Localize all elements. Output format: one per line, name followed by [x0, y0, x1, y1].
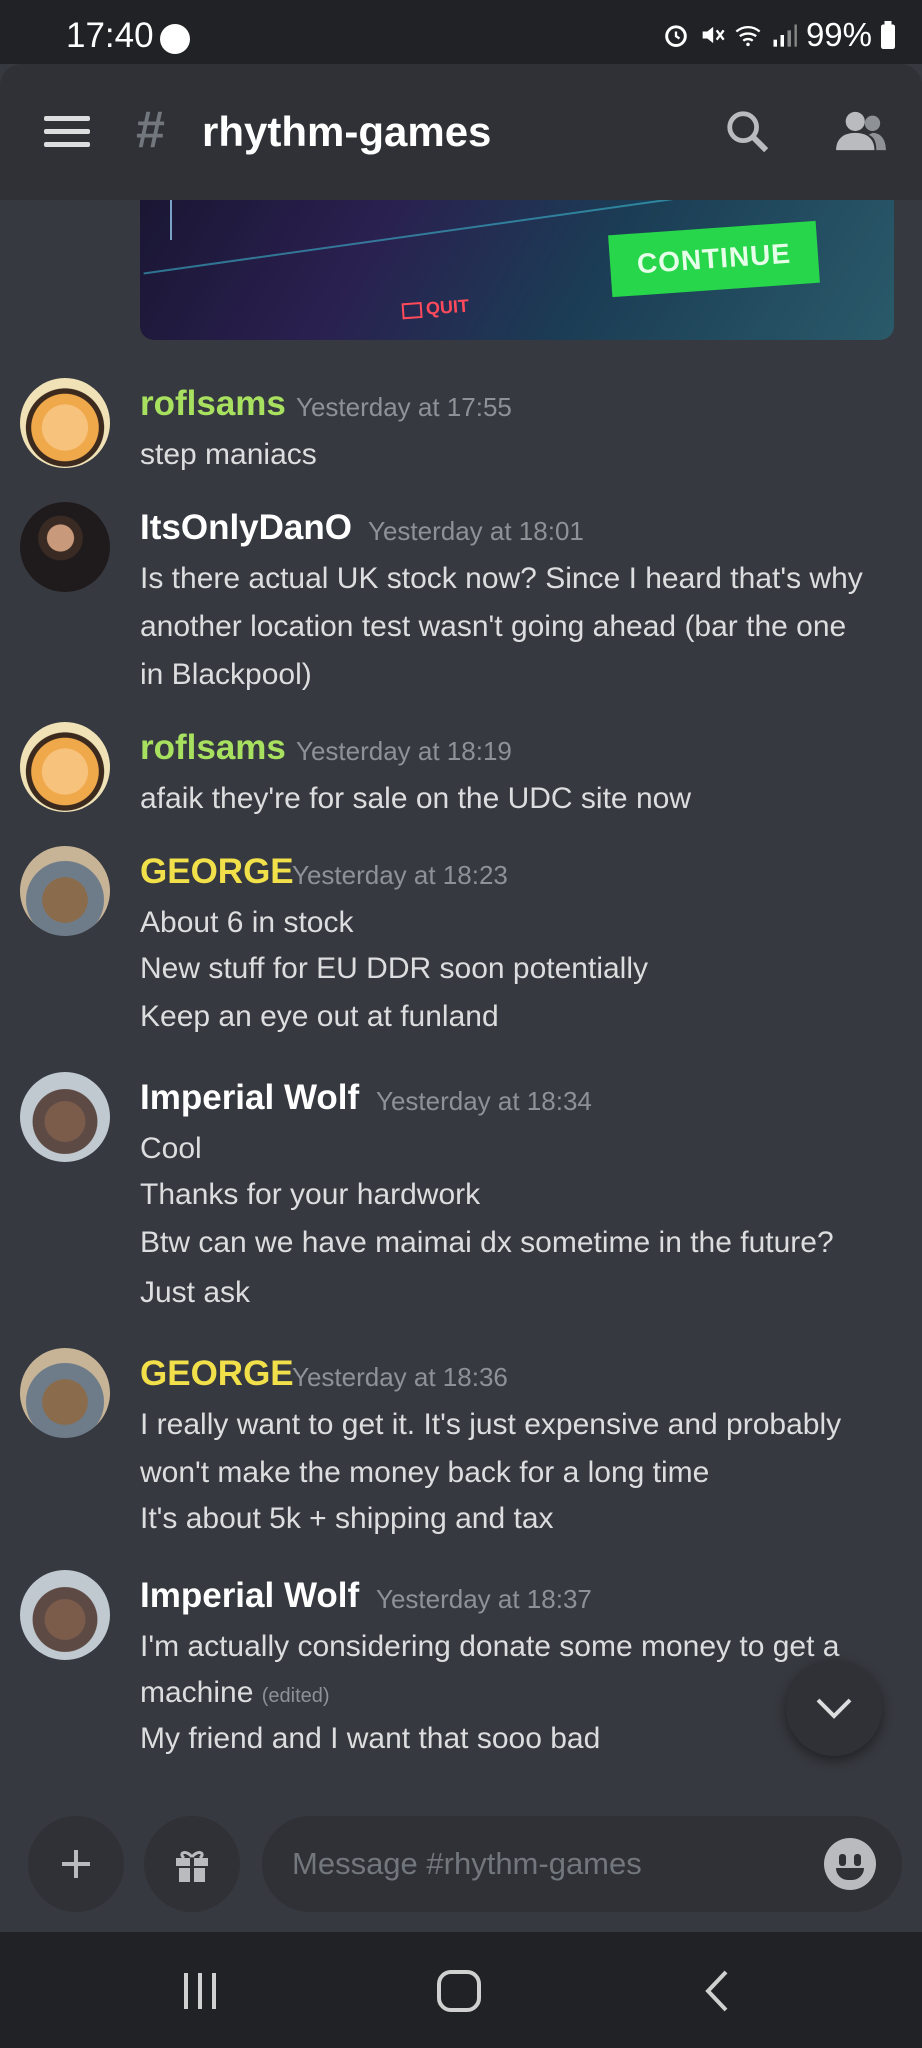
channel-header: # rhythm-games [0, 64, 922, 200]
timestamp: Yesterday at 17:55 [296, 392, 512, 422]
avatar[interactable] [20, 722, 110, 812]
username[interactable]: roflsams [140, 384, 286, 424]
mute-icon [702, 26, 725, 44]
avatar[interactable] [20, 1570, 110, 1660]
message-text: Cool [140, 1132, 202, 1165]
avatar[interactable] [20, 1348, 110, 1438]
message-text: About 6 in stock [140, 906, 354, 939]
members-icon[interactable] [834, 108, 888, 154]
message-text: machine (edited) [140, 1676, 330, 1710]
gift-button[interactable] [144, 1816, 240, 1912]
username[interactable]: GEORGE [140, 852, 294, 892]
signal-icon [773, 24, 797, 47]
message-text: I really want to get it. It's just expen… [140, 1408, 842, 1441]
home-icon[interactable] [430, 1968, 490, 2014]
message-text: I'm actually considering donate some mon… [140, 1630, 840, 1663]
message-text: It's about 5k + shipping and tax [140, 1502, 554, 1535]
status-time: 17:40 [66, 16, 154, 55]
message-text: step maniacs [140, 438, 317, 471]
username[interactable]: GEORGE [140, 1354, 294, 1394]
avatar[interactable] [20, 378, 110, 468]
timestamp: Yesterday at 18:23 [292, 860, 508, 890]
avatar[interactable] [20, 1072, 110, 1162]
timestamp: Yesterday at 18:19 [296, 736, 512, 766]
emoji-icon[interactable] [824, 1838, 876, 1890]
search-icon[interactable] [724, 108, 770, 154]
plus-icon [62, 1850, 90, 1878]
embed-continue-text: CONTINUE [608, 220, 820, 298]
message-text: My friend and I want that sooo bad [140, 1722, 601, 1755]
message-text: Just ask [140, 1276, 251, 1309]
message-text: New stuff for EU DDR soon potentially [140, 952, 648, 985]
message-text: Thanks for your hardwork [140, 1178, 481, 1211]
edited-label: (edited) [261, 1685, 330, 1707]
message-input[interactable] [290, 1845, 774, 1883]
channel-hash-icon: # [136, 101, 165, 159]
status-icons: 99% [662, 16, 896, 54]
chevron-down-icon [816, 1698, 852, 1719]
username[interactable]: Imperial Wolf [140, 1576, 359, 1616]
timestamp: Yesterday at 18:37 [376, 1584, 592, 1614]
wifi-icon [735, 25, 761, 47]
message-text-part: machine [140, 1676, 254, 1709]
battery-percent: 99% [805, 16, 872, 53]
username[interactable]: Imperial Wolf [140, 1078, 359, 1118]
username[interactable]: roflsams [140, 728, 286, 768]
back-icon[interactable] [690, 1968, 750, 2014]
status-bar: 17:40 99% [0, 0, 922, 64]
attachment-image[interactable]: CONTINUE QUIT [140, 200, 894, 340]
avatar[interactable] [20, 502, 110, 592]
timestamp: Yesterday at 18:01 [368, 516, 584, 546]
username[interactable]: ItsOnlyDanO [140, 508, 352, 548]
message-text: another location test wasn't going ahead… [140, 610, 847, 643]
message-text: afaik they're for sale on the UDC site n… [140, 782, 691, 815]
messenger-icon [160, 24, 190, 54]
system-nav-bar [0, 1932, 922, 2048]
message-text: Keep an eye out at funland [140, 1000, 499, 1033]
alarm-icon [665, 25, 687, 47]
message-text: Btw can we have maimai dx sometime in th… [140, 1226, 834, 1259]
battery-icon [881, 21, 895, 49]
embed-quit-text: QUIT [401, 296, 469, 322]
recent-apps-icon[interactable] [170, 1968, 230, 2014]
gift-icon [176, 1850, 208, 1882]
message-text: Is there actual UK stock now? Since I he… [140, 562, 863, 595]
channel-name: rhythm-games [202, 108, 492, 155]
menu-icon[interactable] [44, 116, 90, 148]
avatar[interactable] [20, 846, 110, 936]
message-input-container [262, 1816, 902, 1912]
timestamp: Yesterday at 18:36 [292, 1362, 508, 1392]
scroll-to-bottom-button[interactable] [786, 1660, 882, 1756]
message-text: in Blackpool) [140, 658, 312, 691]
timestamp: Yesterday at 18:34 [376, 1086, 592, 1116]
message-text: won't make the money back for a long tim… [140, 1456, 710, 1489]
add-attachment-button[interactable] [28, 1816, 124, 1912]
